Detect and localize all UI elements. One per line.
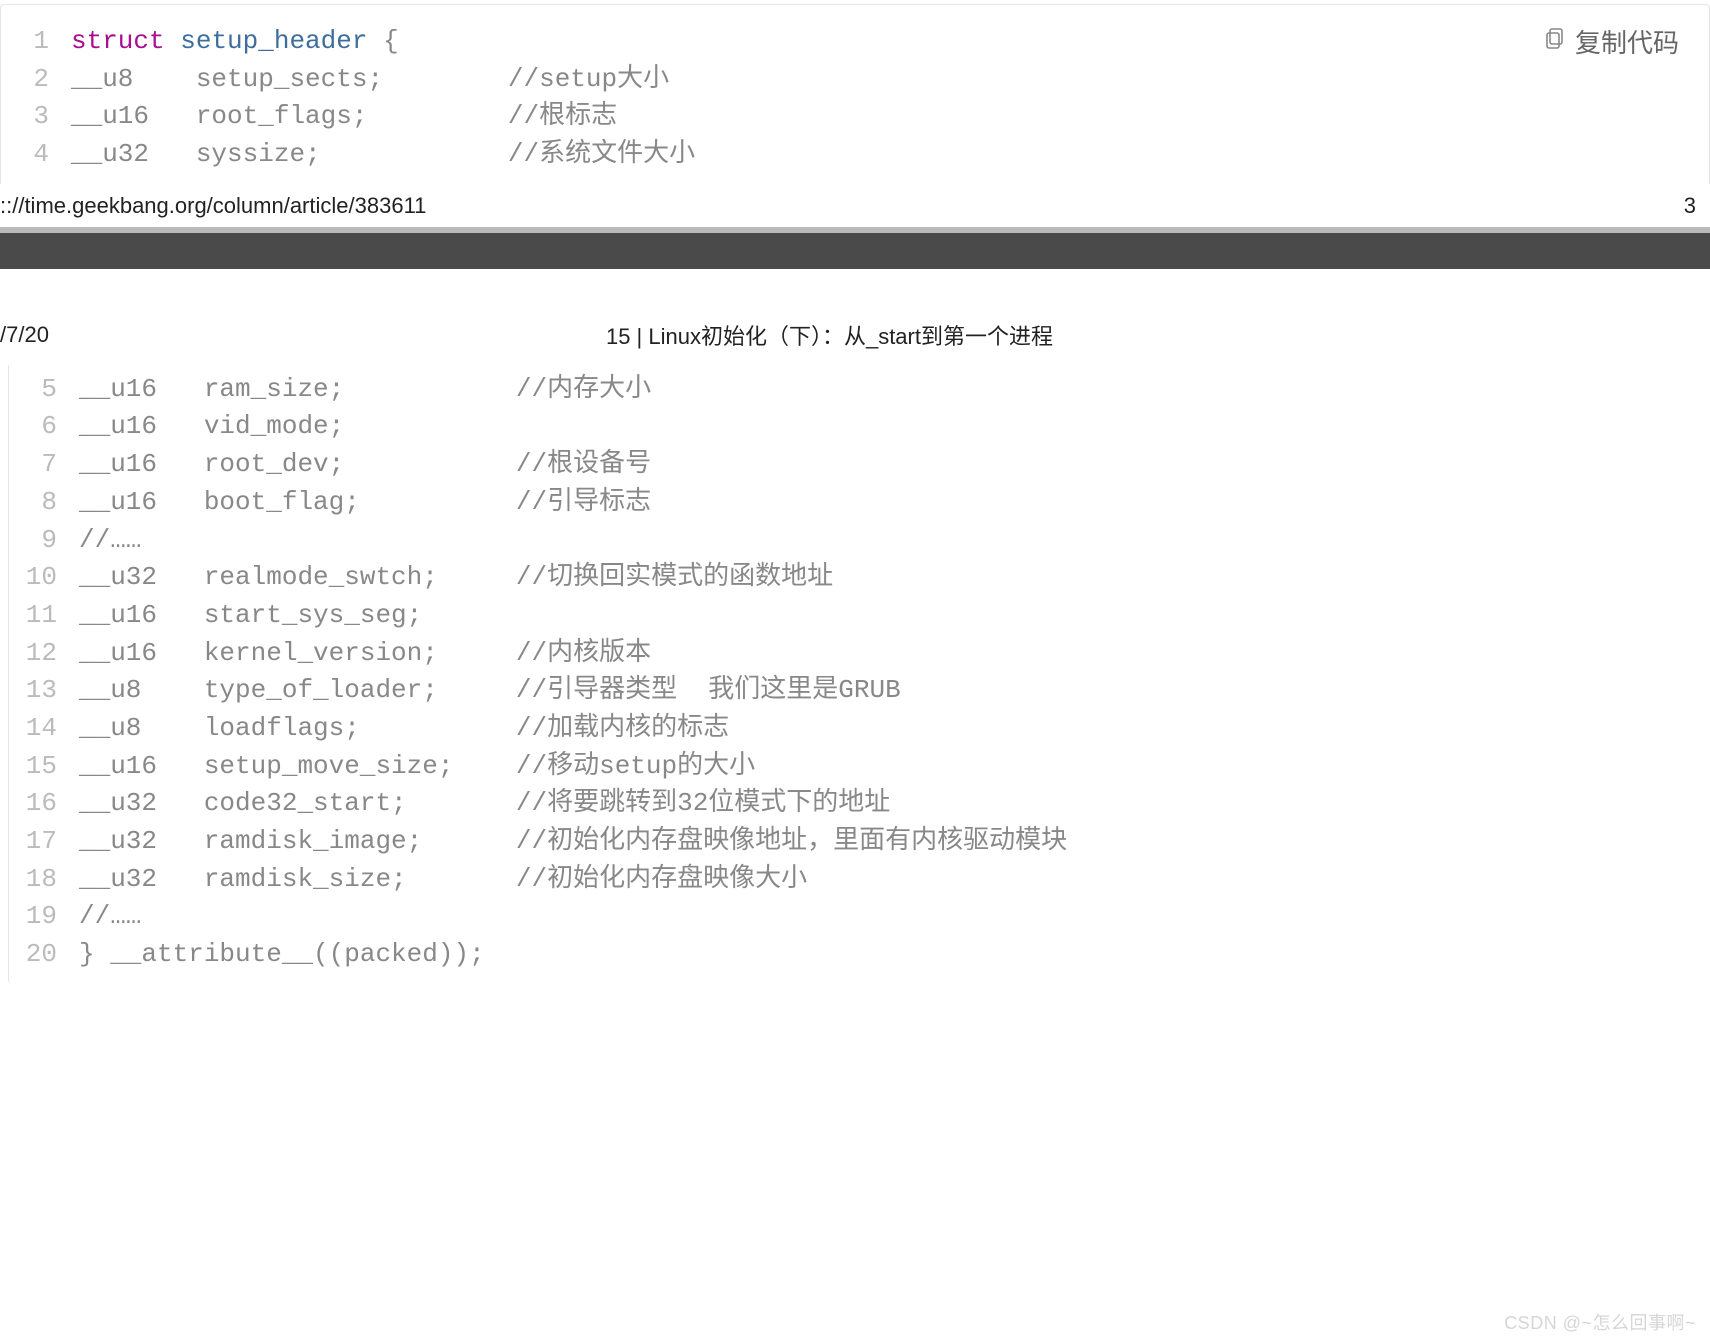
line-number: 14 <box>9 710 79 748</box>
code-line: 20} __attribute__((packed)); <box>9 936 1710 974</box>
code-line: 16__u32 code32_start; //将要跳转到32位模式下的地址 <box>9 785 1710 823</box>
line-number: 4 <box>1 136 71 174</box>
line-number: 7 <box>9 446 79 484</box>
code-line: 8__u16 boot_flag; //引导标志 <box>9 484 1710 522</box>
line-number: 19 <box>9 898 79 936</box>
line-number: 5 <box>9 371 79 409</box>
line-number: 11 <box>9 597 79 635</box>
code-block-bottom: 5__u16 ram_size; //内存大小6__u16 vid_mode; … <box>8 365 1710 984</box>
code-line: 19//…… <box>9 898 1710 936</box>
line-number: 12 <box>9 635 79 673</box>
copy-icon <box>1543 26 1567 57</box>
code-line: 12__u16 kernel_version; //内核版本 <box>9 635 1710 673</box>
copy-code-label: 复制代码 <box>1575 23 1679 60</box>
line-number: 15 <box>9 748 79 786</box>
page-gap-white <box>0 269 1710 311</box>
code-line: 15__u16 setup_move_size; //移动setup的大小 <box>9 748 1710 786</box>
code-block-top: 复制代码 1struct setup_header {2__u8 setup_s… <box>0 4 1710 184</box>
line-number: 9 <box>9 522 79 560</box>
code-line: 1struct setup_header { <box>1 23 1709 61</box>
watermark: CSDN @~怎么回事啊~ <box>1504 1309 1696 1335</box>
code-line: 7__u16 root_dev; //根设备号 <box>9 446 1710 484</box>
page-number-right: 3 <box>1684 193 1700 219</box>
code-line: 18__u32 ramdisk_size; //初始化内存盘映像大小 <box>9 861 1710 899</box>
source-url: :://time.geekbang.org/column/article/383… <box>0 193 426 219</box>
line-number: 16 <box>9 785 79 823</box>
code-line: 5__u16 ram_size; //内存大小 <box>9 371 1710 409</box>
code-line: 4__u32 syssize; //系统文件大小 <box>1 136 1709 174</box>
page2-date: /7/20 <box>0 322 49 348</box>
page-gap <box>0 227 1710 269</box>
line-number: 2 <box>1 61 71 99</box>
line-number: 13 <box>9 672 79 710</box>
line-number: 1 <box>1 23 71 61</box>
line-number: 8 <box>9 484 79 522</box>
page1-footer: :://time.geekbang.org/column/article/383… <box>0 184 1710 227</box>
copy-code-button[interactable]: 复制代码 <box>1543 23 1679 60</box>
code-line: 17__u32 ramdisk_image; //初始化内存盘映像地址，里面有内… <box>9 823 1710 861</box>
code-line: 14__u8 loadflags; //加载内核的标志 <box>9 710 1710 748</box>
code-line: 13__u8 type_of_loader; //引导器类型 我们这里是GRUB <box>9 672 1710 710</box>
line-number: 17 <box>9 823 79 861</box>
code-listing-bottom: 5__u16 ram_size; //内存大小6__u16 vid_mode; … <box>9 365 1710 984</box>
line-number: 20 <box>9 936 79 974</box>
code-line: 10__u32 realmode_swtch; //切换回实模式的函数地址 <box>9 559 1710 597</box>
code-listing-top: 1struct setup_header {2__u8 setup_sects;… <box>1 5 1709 184</box>
code-line: 9//…… <box>9 522 1710 560</box>
page2-header: /7/20 15 | Linux初始化（下）：从_start到第一个进程 <box>0 311 1710 365</box>
code-line: 3__u16 root_flags; //根标志 <box>1 98 1709 136</box>
code-line: 2__u8 setup_sects; //setup大小 <box>1 61 1709 99</box>
page2-title: 15 | Linux初始化（下）：从_start到第一个进程 <box>49 319 1610 351</box>
line-number: 10 <box>9 559 79 597</box>
code-line: 11__u16 start_sys_seg; <box>9 597 1710 635</box>
line-number: 3 <box>1 98 71 136</box>
line-number: 18 <box>9 861 79 899</box>
line-number: 6 <box>9 408 79 446</box>
code-line: 6__u16 vid_mode; <box>9 408 1710 446</box>
